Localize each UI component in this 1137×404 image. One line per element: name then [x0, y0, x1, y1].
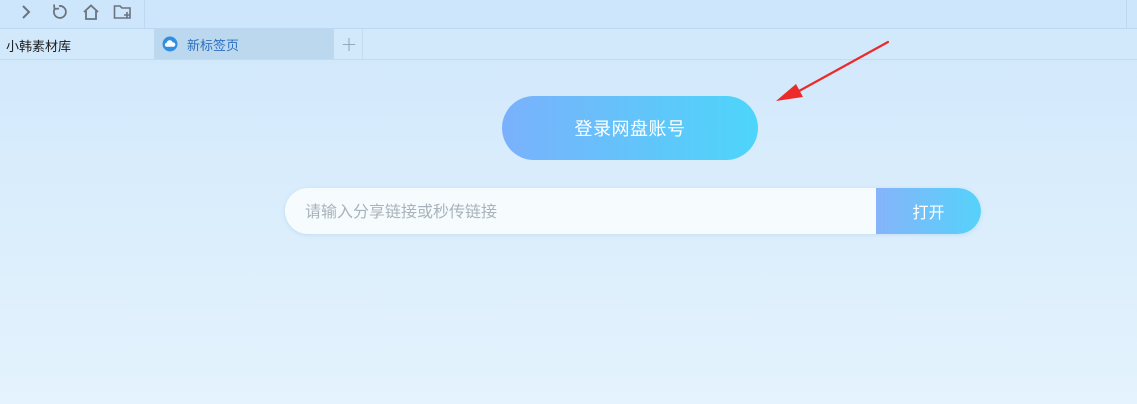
- home-icon: [82, 3, 100, 25]
- toolbar-right-divider: [1126, 0, 1127, 29]
- tab-new-tab[interactable]: 新标签页: [154, 29, 334, 59]
- toolbar: [0, 0, 1137, 29]
- share-link-input[interactable]: [285, 188, 875, 234]
- forward-button[interactable]: [14, 2, 38, 26]
- share-link-bar: 打开: [285, 188, 981, 234]
- tab-bar: 小韩素材库 新标签页 +: [0, 29, 1137, 60]
- refresh-button[interactable]: [47, 2, 71, 26]
- open-button[interactable]: 打开: [876, 188, 981, 234]
- toolbar-divider: [144, 0, 145, 29]
- cloud-icon: [162, 36, 178, 52]
- login-netdisk-button[interactable]: 登录网盘账号: [502, 96, 758, 160]
- add-tab-button[interactable]: +: [336, 29, 363, 59]
- chevron-right-icon: [18, 4, 34, 24]
- library-title: 小韩素材库: [6, 40, 72, 55]
- folder-add-icon: [113, 3, 133, 25]
- refresh-icon: [50, 3, 68, 25]
- tab-label: 新标签页: [187, 38, 240, 54]
- new-folder-button[interactable]: [111, 2, 135, 26]
- home-button[interactable]: [79, 2, 103, 26]
